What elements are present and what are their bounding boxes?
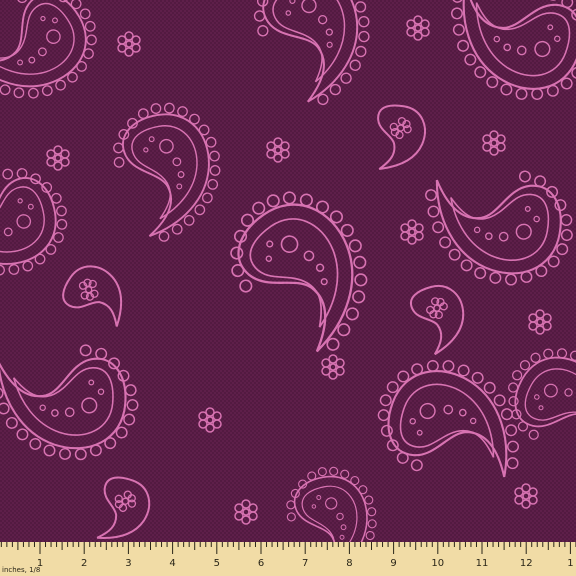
ruler-number: 4 — [169, 558, 175, 569]
ruler-number: 2 — [81, 558, 87, 569]
paisley-fabric-swatch — [0, 0, 576, 576]
ruler-number: 10 — [431, 558, 444, 569]
ruler-number: 9 — [390, 558, 396, 569]
measurement-ruler: inches, 1/8 1 2 3 4 5 6 7 8 9 10 11 12 1 — [0, 542, 576, 576]
ruler-number: 7 — [302, 558, 308, 569]
ruler-number: 8 — [346, 558, 352, 569]
ruler-number: 3 — [125, 558, 131, 569]
ruler-number: 1 — [567, 558, 573, 569]
ruler-caption: inches, 1/8 — [2, 566, 40, 574]
ruler-number: 12 — [520, 558, 533, 569]
ruler-number: 6 — [258, 558, 264, 569]
ruler-number: 1 — [37, 558, 43, 569]
ruler-number: 5 — [214, 558, 220, 569]
ruler-number: 11 — [476, 558, 489, 569]
